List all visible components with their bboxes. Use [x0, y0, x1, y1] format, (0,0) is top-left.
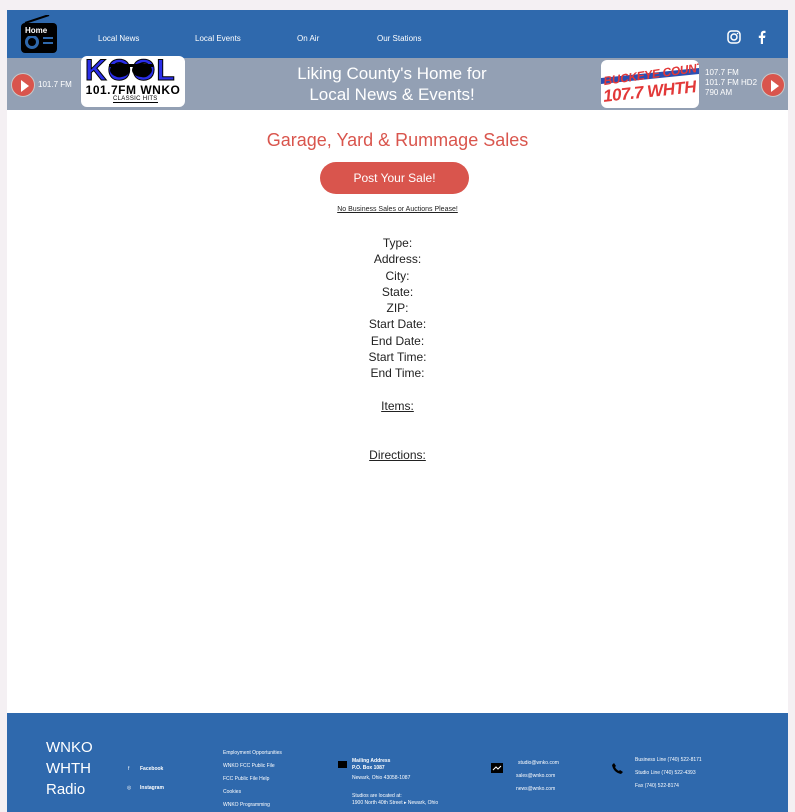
kool-logo-sub: 101.7FM WNKO [85, 83, 181, 97]
field-address: Address: [373, 252, 422, 267]
field-type: Type: [382, 236, 413, 250]
sunglasses-icon [109, 63, 153, 77]
phone-business[interactable]: Business Line (740) 522-8171 [635, 757, 702, 764]
directions-heading: Directions: [7, 448, 788, 462]
studio-line-1: Studios are located at: [352, 793, 402, 799]
field-city: City: [385, 268, 410, 283]
right-frequency-2: 101.7 FM HD2 [705, 78, 758, 87]
field-start-date: Start Date: [368, 317, 427, 332]
mailing-line-1: P.O. Box 1087 [352, 765, 385, 771]
station-banner: 101.7 FM KOOL 101.7FM WNKO CLASSIC HITS … [7, 56, 788, 110]
right-frequency-3: 790 AM [705, 88, 733, 97]
directions-label: Directions: [369, 448, 426, 462]
field-state: State: [381, 284, 414, 299]
tagline-line-1: Liking County's Home for [297, 64, 487, 83]
field-end-time: End Time: [370, 366, 425, 381]
home-button[interactable]: Home [19, 14, 59, 55]
play-icon[interactable] [11, 73, 35, 97]
footer-instagram-icon[interactable]: ◎ [127, 785, 131, 792]
sale-fields: Type: Address: City: State: ZIP: Start D… [7, 235, 788, 382]
brand-line-2: WHTH [46, 760, 91, 777]
field-zip: ZIP: [386, 301, 409, 316]
tagline-line-2: Local News & Events! [309, 85, 475, 104]
field-start-time: Start Time: [368, 350, 427, 365]
home-label: Home [23, 26, 50, 36]
brand-line-3: Radio [46, 781, 86, 798]
footer-facebook-icon[interactable]: f [128, 766, 129, 773]
field-end-date: End Date: [370, 333, 425, 348]
email-studio[interactable]: studio@wnko.com [518, 760, 559, 767]
right-frequencies: 107.7 FM 101.7 FM HD2 790 AM [705, 68, 757, 98]
link-programming[interactable]: WNKO Programming [223, 802, 270, 809]
phone-fax[interactable]: Fax (740) 522-8174 [635, 783, 679, 790]
link-cookies[interactable]: Cookies [223, 789, 241, 796]
kool-logo[interactable]: KOOL 101.7FM WNKO CLASSIC HITS [81, 56, 185, 107]
instagram-icon[interactable] [727, 30, 741, 49]
email-news[interactable]: news@wnko.com [516, 786, 555, 793]
footer-brand: WNKO WHTH Radio [46, 737, 93, 800]
email-sales[interactable]: sales@wnko.com [516, 773, 555, 780]
nav-our-stations[interactable]: Our Stations [377, 34, 421, 44]
mailing-title: Mailing Address [352, 758, 391, 764]
play-icon-right[interactable] [761, 73, 785, 97]
studio-line-2: 1900 North 40th Street ▸ Newark, Ohio [352, 800, 439, 806]
phone-icon [612, 763, 623, 774]
footer-instagram-link[interactable]: Instagram [140, 785, 164, 792]
top-nav: Home Local News Local Events On Air Our … [7, 10, 788, 58]
right-frequency-1: 107.7 FM [705, 68, 739, 77]
tagline: Liking County's Home for Local News & Ev… [247, 63, 537, 105]
buckeye-country-logo[interactable]: BUCKEYE COUNTRY 107.7 WHTH [601, 60, 699, 108]
nav-local-events[interactable]: Local Events [195, 34, 241, 44]
left-frequency: 101.7 FM [38, 80, 72, 89]
mailing-line-2: Newark, Ohio 43058-1087 [352, 775, 411, 781]
link-fcc-public-file[interactable]: WNKO FCC Public File [223, 763, 275, 770]
nav-on-air[interactable]: On Air [297, 34, 319, 44]
footer-facebook-link[interactable]: Facebook [140, 766, 163, 773]
phone-studio[interactable]: Studio Line (740) 522-4393 [635, 770, 696, 777]
facebook-icon[interactable] [757, 30, 767, 49]
post-sale-button[interactable]: Post Your Sale! [320, 162, 469, 194]
kool-logo-classic: CLASSIC HITS [113, 96, 158, 103]
page: Home Local News Local Events On Air Our … [7, 10, 788, 812]
page-title: Garage, Yard & Rummage Sales [266, 130, 529, 150]
no-business-note[interactable]: No Business Sales or Auctions Please! [7, 206, 788, 213]
items-label: Items: [381, 399, 414, 413]
link-fcc-help[interactable]: FCC Public File Help [223, 776, 269, 783]
brand-line-1: WNKO [46, 739, 93, 756]
footer: WNKO WHTH Radio f Facebook ◎ Instagram E… [7, 713, 788, 812]
mail-icon [338, 761, 347, 768]
email-icon [491, 763, 503, 773]
nav-local-news[interactable]: Local News [98, 34, 139, 44]
items-heading: Items: [7, 399, 788, 413]
link-employment[interactable]: Employment Opportunities [223, 750, 282, 757]
